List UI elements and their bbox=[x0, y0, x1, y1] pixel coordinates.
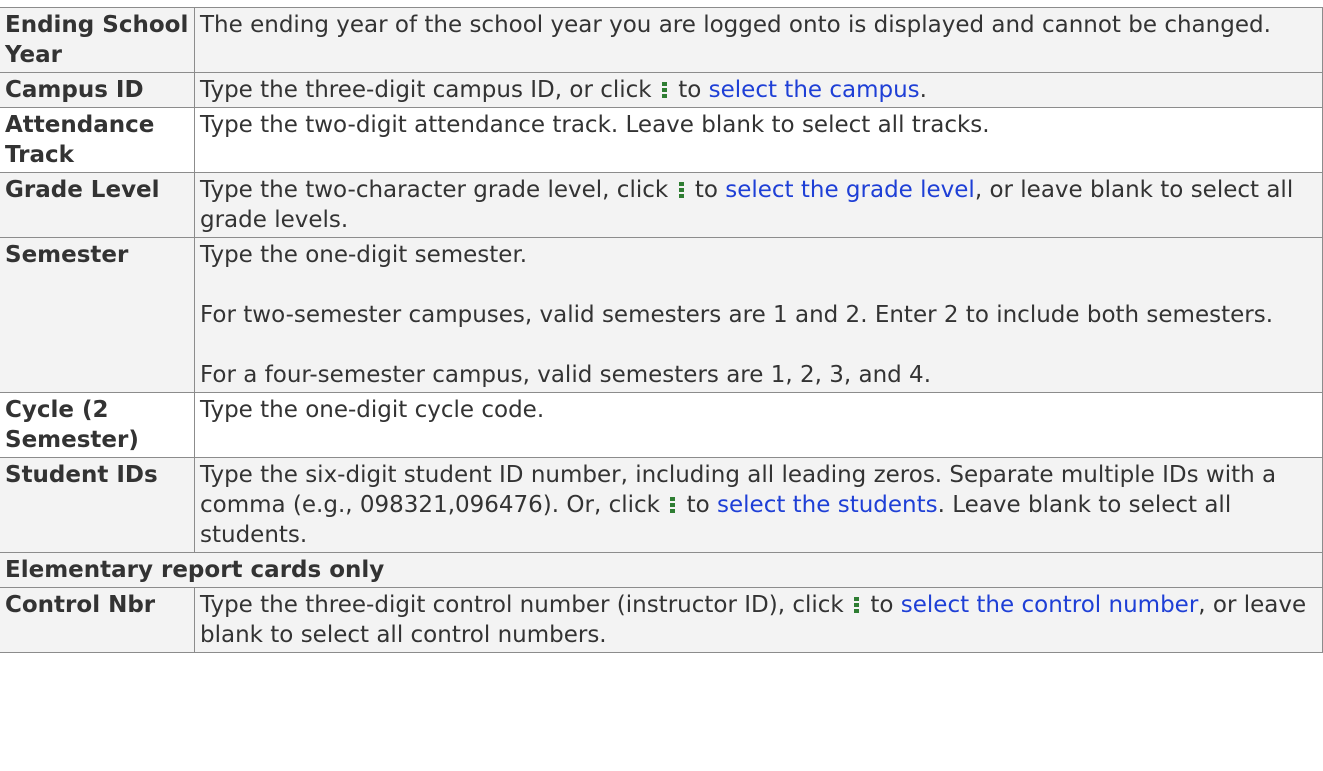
row-grade-level: Grade Level Type the two-character grade… bbox=[0, 172, 1323, 238]
row-ending-school-year: Ending School Year The ending year of th… bbox=[0, 7, 1323, 73]
row-student-ids: Student IDs Type the six-digit student I… bbox=[0, 457, 1323, 553]
row-campus-id: Campus ID Type the three-digit campus ID… bbox=[0, 72, 1323, 108]
description-paragraph: Type the one-digit semester. bbox=[200, 242, 528, 268]
param-label: Attendance Track bbox=[0, 107, 195, 173]
kebab-lookup-icon[interactable] bbox=[678, 177, 686, 198]
description-paragraph: For two-semester campuses, valid semeste… bbox=[200, 302, 1274, 328]
description-text: to bbox=[678, 77, 702, 103]
section-header: Elementary report cards only bbox=[0, 552, 1323, 588]
description-text: Type the two-character grade level, clic… bbox=[200, 177, 669, 203]
row-attendance-track: Attendance Track Type the two-digit atte… bbox=[0, 107, 1323, 173]
kebab-lookup-icon[interactable] bbox=[661, 77, 669, 98]
row-semester: Semester Type the one-digit semester. Fo… bbox=[0, 237, 1323, 393]
kebab-lookup-icon[interactable] bbox=[669, 492, 677, 513]
param-label: Cycle (2 Semester) bbox=[0, 392, 195, 458]
param-label: Control Nbr bbox=[0, 587, 195, 653]
param-description: Type the two-character grade level, clic… bbox=[194, 172, 1323, 238]
description-text: to bbox=[686, 492, 710, 518]
param-label: Ending School Year bbox=[0, 7, 195, 73]
select-control-number-link[interactable]: select the control number bbox=[901, 592, 1199, 618]
param-description: Type the two-digit attendance track. Lea… bbox=[194, 107, 1323, 173]
select-campus-link[interactable]: select the campus bbox=[709, 77, 920, 103]
description-text: to bbox=[694, 177, 718, 203]
description-paragraph: For a four-semester campus, valid semest… bbox=[200, 362, 932, 388]
row-cycle: Cycle (2 Semester) Type the one-digit cy… bbox=[0, 392, 1323, 458]
param-description: The ending year of the school year you a… bbox=[194, 7, 1323, 73]
param-description: Type the three-digit control number (ins… bbox=[194, 587, 1323, 653]
param-label: Campus ID bbox=[0, 72, 195, 108]
row-section-elementary: Elementary report cards only bbox=[0, 552, 1323, 588]
param-label: Grade Level bbox=[0, 172, 195, 238]
param-description: Type the six-digit student ID number, in… bbox=[194, 457, 1323, 553]
parameter-table: Ending School Year The ending year of th… bbox=[0, 7, 1323, 653]
description-text: Type the three-digit control number (ins… bbox=[200, 592, 844, 618]
param-description: Type the one-digit semester. For two-sem… bbox=[194, 237, 1323, 393]
description-text: Type the three-digit campus ID, or click bbox=[200, 77, 652, 103]
kebab-lookup-icon[interactable] bbox=[853, 592, 861, 613]
select-grade-level-link[interactable]: select the grade level bbox=[725, 177, 975, 203]
param-description: Type the three-digit campus ID, or click… bbox=[194, 72, 1323, 108]
param-label: Student IDs bbox=[0, 457, 195, 553]
description-text: to bbox=[870, 592, 894, 618]
param-label: Semester bbox=[0, 237, 195, 393]
description-text: . bbox=[919, 77, 927, 103]
param-description: Type the one-digit cycle code. bbox=[194, 392, 1323, 458]
select-students-link[interactable]: select the students bbox=[717, 492, 938, 518]
row-control-nbr: Control Nbr Type the three-digit control… bbox=[0, 587, 1323, 653]
